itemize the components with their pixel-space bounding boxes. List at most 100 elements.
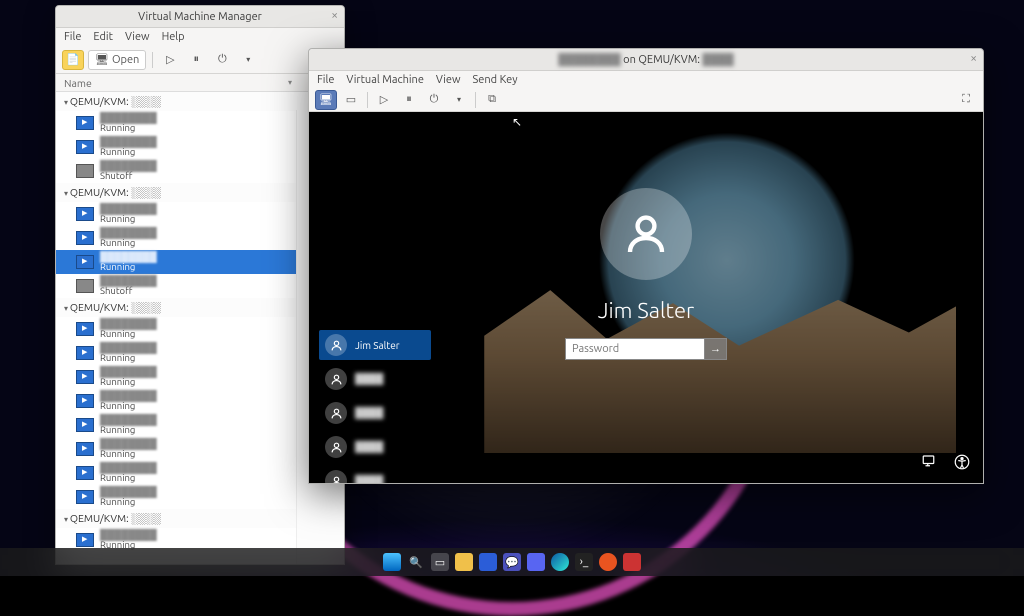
chat-icon[interactable]: 💬: [503, 553, 521, 571]
taskbar[interactable]: 🔍 ▭ 💬 ›_: [0, 548, 1024, 576]
snapshot-icon[interactable]: ⧉: [481, 90, 503, 110]
file-explorer-icon[interactable]: [455, 553, 473, 571]
close-icon[interactable]: ×: [331, 9, 338, 22]
ubuntu-icon[interactable]: [599, 553, 617, 571]
play-icon[interactable]: ▷: [373, 90, 395, 110]
chevron-down-icon[interactable]: ▾: [448, 90, 470, 110]
vm-list-header[interactable]: Name ▾ CPU usage: [56, 74, 344, 92]
user-item[interactable]: ████: [319, 364, 431, 394]
monitor-icon: [76, 231, 94, 245]
vm-state: Running: [100, 497, 157, 507]
chevron-down-icon[interactable]: ▾: [237, 50, 259, 70]
vm-name: ████████: [100, 367, 157, 377]
vm-state: Shutoff: [100, 171, 157, 181]
start-button[interactable]: [383, 553, 401, 571]
user-item[interactable]: ████: [319, 432, 431, 462]
edge-icon[interactable]: [551, 553, 569, 571]
password-row: →: [565, 338, 727, 360]
vm-name: ████████: [100, 343, 157, 353]
vm-console-window: ████████ on QEMU/KVM: ████ × File Virtua…: [308, 48, 984, 484]
vm-state: Running: [100, 214, 157, 224]
pause-icon[interactable]: ⏸: [185, 50, 207, 70]
user-item[interactable]: Jim Salter: [319, 330, 431, 360]
submit-arrow-icon[interactable]: →: [705, 338, 727, 360]
menu-file[interactable]: File: [64, 31, 81, 43]
user-name: ████: [355, 475, 383, 483]
separator: [367, 92, 368, 108]
vmm-title: Virtual Machine Manager: [138, 11, 262, 23]
vm-name: ████████: [100, 161, 157, 171]
monitor-icon: [76, 164, 94, 178]
vm-state: Running: [100, 238, 157, 248]
guest-menubar: File Virtual Machine View Send Key: [309, 71, 983, 88]
power-icon[interactable]: ⏻: [211, 50, 233, 70]
vm-list[interactable]: QEMU/KVM: ░░░░████████Running████████Run…: [56, 92, 344, 564]
monitor-icon: [76, 207, 94, 221]
widgets-icon[interactable]: [479, 553, 497, 571]
pause-icon[interactable]: ⏸: [398, 90, 420, 110]
open-button[interactable]: 🖥Open: [88, 50, 146, 70]
vm-name: ████████: [100, 439, 157, 449]
play-icon[interactable]: ▷: [159, 50, 181, 70]
avatar-icon: [325, 368, 347, 390]
virt-manager-window: Virtual Machine Manager × File Edit View…: [55, 5, 345, 565]
guest-console[interactable]: ↖ Jim Salter → Jim Salter███████████████…: [309, 112, 983, 483]
vm-state: Running: [100, 473, 157, 483]
menu-edit[interactable]: Edit: [93, 31, 113, 43]
connection-row[interactable]: QEMU/KVM: ░░░░: [56, 92, 344, 111]
menu-vm[interactable]: Virtual Machine: [346, 74, 423, 86]
app-icon[interactable]: [623, 553, 641, 571]
close-icon[interactable]: ×: [970, 52, 977, 65]
menu-view[interactable]: View: [436, 74, 461, 86]
menu-sendkey[interactable]: Send Key: [473, 74, 518, 86]
monitor-icon: [76, 140, 94, 154]
console-icon[interactable]: 🖥: [315, 90, 337, 110]
menu-file[interactable]: File: [317, 74, 334, 86]
user-name: Jim Salter: [355, 340, 400, 351]
vm-name: ████████: [100, 204, 157, 214]
vm-name: ████████: [100, 228, 157, 238]
ease-of-access-icon[interactable]: [951, 451, 973, 473]
monitor-icon: [76, 322, 94, 336]
guest-titlebar[interactable]: ████████ on QEMU/KVM: ████ ×: [309, 49, 983, 71]
monitor-icon: [76, 533, 94, 547]
mouse-cursor-icon: ↖: [512, 115, 522, 129]
vm-state: Running: [100, 401, 157, 411]
vm-name: ████████: [100, 137, 157, 147]
user-item[interactable]: ████: [319, 466, 431, 483]
task-view-icon[interactable]: ▭: [431, 553, 449, 571]
discord-icon[interactable]: [527, 553, 545, 571]
vm-name: ████████: [100, 276, 157, 286]
monitor-icon: [76, 466, 94, 480]
separator: [475, 92, 476, 108]
power-icon[interactable]: ⏻: [423, 90, 445, 110]
vm-state: Running: [100, 449, 157, 459]
user-item[interactable]: ████: [319, 398, 431, 428]
password-input[interactable]: [565, 338, 705, 360]
col-name: Name: [64, 77, 288, 89]
menu-help[interactable]: Help: [162, 31, 185, 43]
avatar-icon: [325, 436, 347, 458]
vm-name: ████████: [100, 415, 157, 425]
monitor-icon: [76, 370, 94, 384]
vm-name: ████████: [100, 530, 157, 540]
monitor-icon: [76, 346, 94, 360]
vm-state: Running: [100, 123, 157, 133]
details-icon[interactable]: ▭: [340, 90, 362, 110]
user-name: ████: [355, 373, 383, 385]
vm-state: Running: [100, 377, 157, 387]
vmm-titlebar[interactable]: Virtual Machine Manager ×: [56, 6, 344, 28]
terminal-icon[interactable]: ›_: [575, 553, 593, 571]
vm-state: Running: [100, 329, 157, 339]
monitor-icon: [76, 490, 94, 504]
vm-name: ████████: [100, 113, 157, 123]
lockscreen-options: [919, 451, 973, 473]
guest-toolbar: 🖥 ▭ ▷ ⏸ ⏻ ▾ ⧉ ⛶: [309, 88, 983, 112]
fullscreen-icon[interactable]: ⛶: [955, 90, 977, 110]
network-icon[interactable]: [919, 451, 941, 473]
new-vm-button[interactable]: 📄: [62, 50, 84, 70]
vm-name: ████████: [100, 463, 157, 473]
menu-view[interactable]: View: [125, 31, 150, 43]
search-icon[interactable]: 🔍: [407, 553, 425, 571]
vm-name: ████████: [100, 252, 157, 262]
